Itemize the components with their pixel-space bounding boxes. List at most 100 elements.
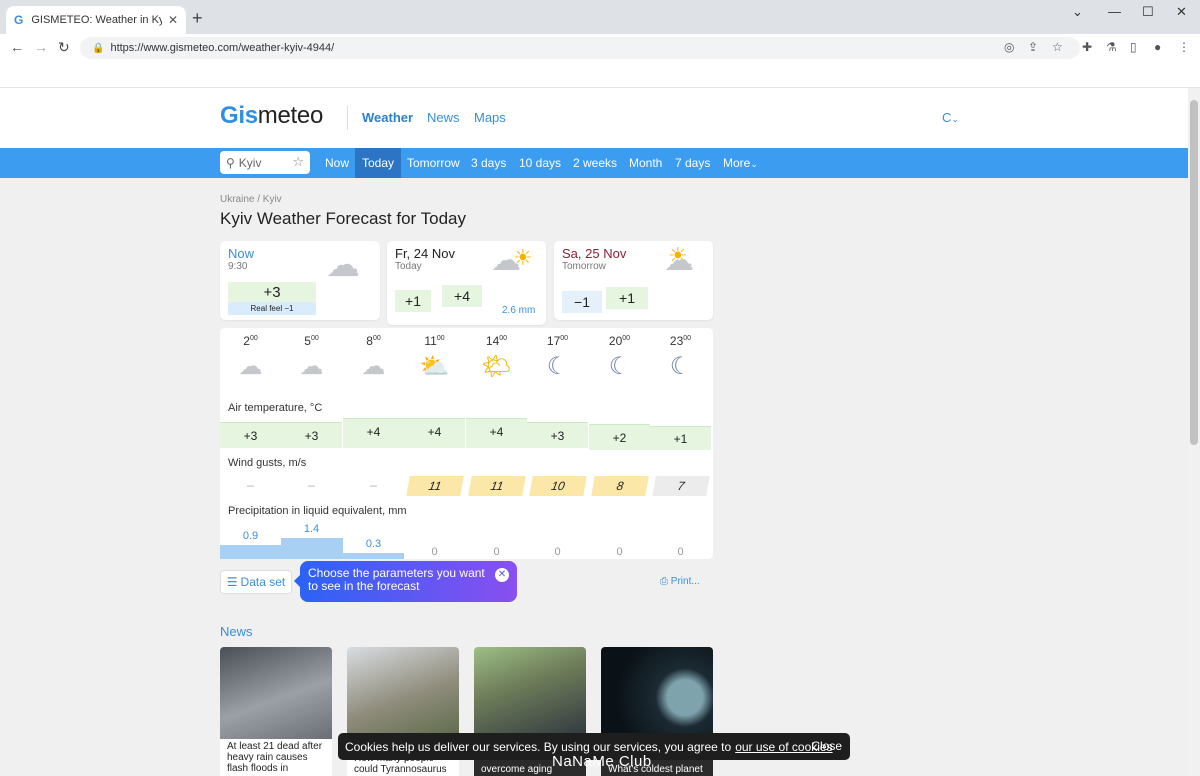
watermark: NaNaMe Club [552, 753, 652, 770]
now-card[interactable]: Now 9:30 ☁ +3 Real feel −1 [220, 241, 380, 320]
temp-cell: +3 [281, 422, 342, 448]
tab-month[interactable]: Month [622, 148, 669, 178]
wind-cell: – [308, 478, 315, 492]
moon-stars-icon: ☾ [608, 353, 631, 380]
menu-icon[interactable]: ⋮ [1178, 40, 1190, 54]
close-window-icon[interactable]: ✕ [1176, 4, 1187, 20]
news-image-couple[interactable] [474, 647, 586, 739]
wind-cell: – [247, 478, 254, 492]
precip-value: 0 [677, 546, 684, 558]
wind-cell: 7 [652, 476, 710, 496]
scrollbar[interactable] [1188, 88, 1200, 776]
news-image-flood[interactable] [220, 647, 332, 739]
browser-tab[interactable]: G GISMETEO: Weather in Kyiv toda ✕ [6, 6, 186, 34]
wind-cell: 11 [406, 476, 464, 496]
tomorrow-card[interactable]: Sa, 25 Nov Tomorrow ☀ ☁ −1 +1 [554, 241, 713, 320]
sun-cloud-icon: 🌤 [481, 353, 512, 380]
today-sub: Today [395, 261, 422, 272]
back-icon[interactable]: ← [10, 39, 24, 55]
parameters-tooltip: Choose the parameters you want to see in… [294, 561, 517, 602]
temp-cell: +4 [404, 418, 465, 448]
temp-cell: +2 [589, 424, 650, 450]
cookie-close-button[interactable]: Close [811, 739, 842, 753]
gismeteo-favicon-icon: G [14, 13, 24, 27]
nav-news[interactable]: News [427, 110, 460, 125]
share-icon[interactable]: ⇪ [1028, 40, 1038, 54]
lab-icon[interactable]: ⚗ [1106, 40, 1117, 54]
close-tab-icon[interactable]: ✕ [168, 13, 178, 27]
precip-bar [343, 553, 404, 559]
nav-weather[interactable]: Weather [362, 110, 413, 125]
minimize-icon[interactable]: — [1108, 4, 1121, 19]
partly-cloudy-snow-icon: ☀ ☁ [491, 244, 533, 277]
tab-search-icon[interactable]: ⌄ [1072, 4, 1083, 20]
tab-today[interactable]: Today [355, 148, 402, 178]
chevron-down-icon: ⌄ [750, 159, 758, 169]
precip-value: 0 [431, 546, 438, 558]
news-image-dinosaur[interactable] [347, 647, 459, 739]
news-image-planet[interactable] [601, 647, 713, 739]
tab-tomorrow[interactable]: Tomorrow [400, 148, 467, 178]
site-header: Gismeteo Weather News Maps C⌄ [0, 88, 1188, 148]
tab-2-weeks[interactable]: 2 weeks [566, 148, 624, 178]
logo-part-b: meteo [257, 102, 324, 129]
data-set-button[interactable]: ☰ Data set [220, 570, 292, 594]
tab-now[interactable]: Now [318, 148, 356, 178]
air-temp-label: Air temperature, °C [228, 402, 323, 414]
tomorrow-sub: Tomorrow [562, 261, 606, 272]
logo[interactable]: Gismeteo [220, 102, 323, 130]
favorite-star-icon[interactable]: ☆ [292, 154, 304, 170]
extensions-icon[interactable]: ✚ [1082, 40, 1092, 54]
city-search[interactable]: ⚲ Kyiv ☆ [220, 151, 310, 174]
cloud-rain-icon: ☁ [361, 353, 386, 380]
cloud-rain-icon: ☁ [299, 353, 324, 380]
precip-value: 0.9 [242, 530, 259, 542]
wind-cell: – [370, 478, 377, 492]
hour-cell: 1100 [424, 334, 445, 348]
tab-more[interactable]: More⌄ [716, 148, 765, 178]
browser-toolbar: ← → ↻ 🔒 https://www.gismeteo.com/weather… [0, 34, 1200, 62]
news-caption[interactable]: At least 21 dead after heavy rain causes… [220, 739, 332, 776]
logo-part-a: Gis [220, 102, 258, 129]
tomorrow-max: +1 [606, 287, 648, 309]
precip-value: 1.4 [303, 523, 320, 535]
page-title: Kyiv Weather Forecast for Today [220, 209, 466, 228]
address-bar[interactable]: 🔒 https://www.gismeteo.com/weather-kyiv-… [80, 37, 1080, 59]
today-card[interactable]: Fr, 24 Nov Today ☀ ☁ +1 +4 2.6 mm [387, 241, 546, 325]
cookie-text: Cookies help us deliver our services. By… [345, 739, 732, 754]
precip-value: 0 [616, 546, 623, 558]
news-heading[interactable]: News [220, 624, 253, 639]
print-label: Print... [670, 576, 700, 587]
tab-3-days[interactable]: 3 days [464, 148, 513, 178]
search-input[interactable]: Kyiv [239, 156, 262, 170]
moon-stars-icon: ☾ [669, 353, 692, 380]
precip-value: 0.3 [365, 538, 382, 550]
wind-cell: 8 [591, 476, 649, 496]
temp-cell: +4 [343, 418, 404, 448]
tab-10-days[interactable]: 10 days [512, 148, 568, 178]
unit-selector[interactable]: C⌄ [942, 110, 959, 125]
print-link[interactable]: ⎙ Print... [660, 576, 700, 587]
tab-7-days[interactable]: 7 days [668, 148, 717, 178]
hide-icon[interactable]: ◎ [1004, 40, 1014, 54]
nav-maps[interactable]: Maps [474, 110, 506, 125]
sliders-icon: ☰ [226, 575, 238, 589]
sun-cloud-icon: ☀ ☁ [664, 243, 694, 277]
profile-icon[interactable]: ● [1154, 40, 1161, 54]
close-icon[interactable]: ✕ [495, 568, 509, 582]
hour-cell: 500 [304, 334, 319, 348]
forward-icon[interactable]: → [34, 39, 48, 55]
moon-stars-icon: ☾ [546, 353, 569, 380]
new-tab-icon[interactable]: + [192, 8, 203, 29]
scrollbar-thumb[interactable] [1190, 100, 1198, 445]
cloud-rain-icon: ☁ [238, 353, 263, 380]
hour-cell: 1400 [485, 334, 508, 348]
breadcrumb[interactable]: Ukraine / Kyiv [220, 194, 282, 205]
reload-icon[interactable]: ↻ [58, 39, 70, 56]
bookmark-star-icon[interactable]: ☆ [1052, 40, 1063, 54]
side-panel-icon[interactable]: ▯ [1130, 40, 1137, 54]
maximize-icon[interactable]: ☐ [1142, 4, 1154, 20]
tab-title: GISMETEO: Weather in Kyiv toda [31, 14, 162, 26]
temp-cell: +3 [527, 422, 588, 448]
forecast-nav: ⚲ Kyiv ☆ Now Today Tomorrow 3 days 10 da… [0, 148, 1188, 178]
